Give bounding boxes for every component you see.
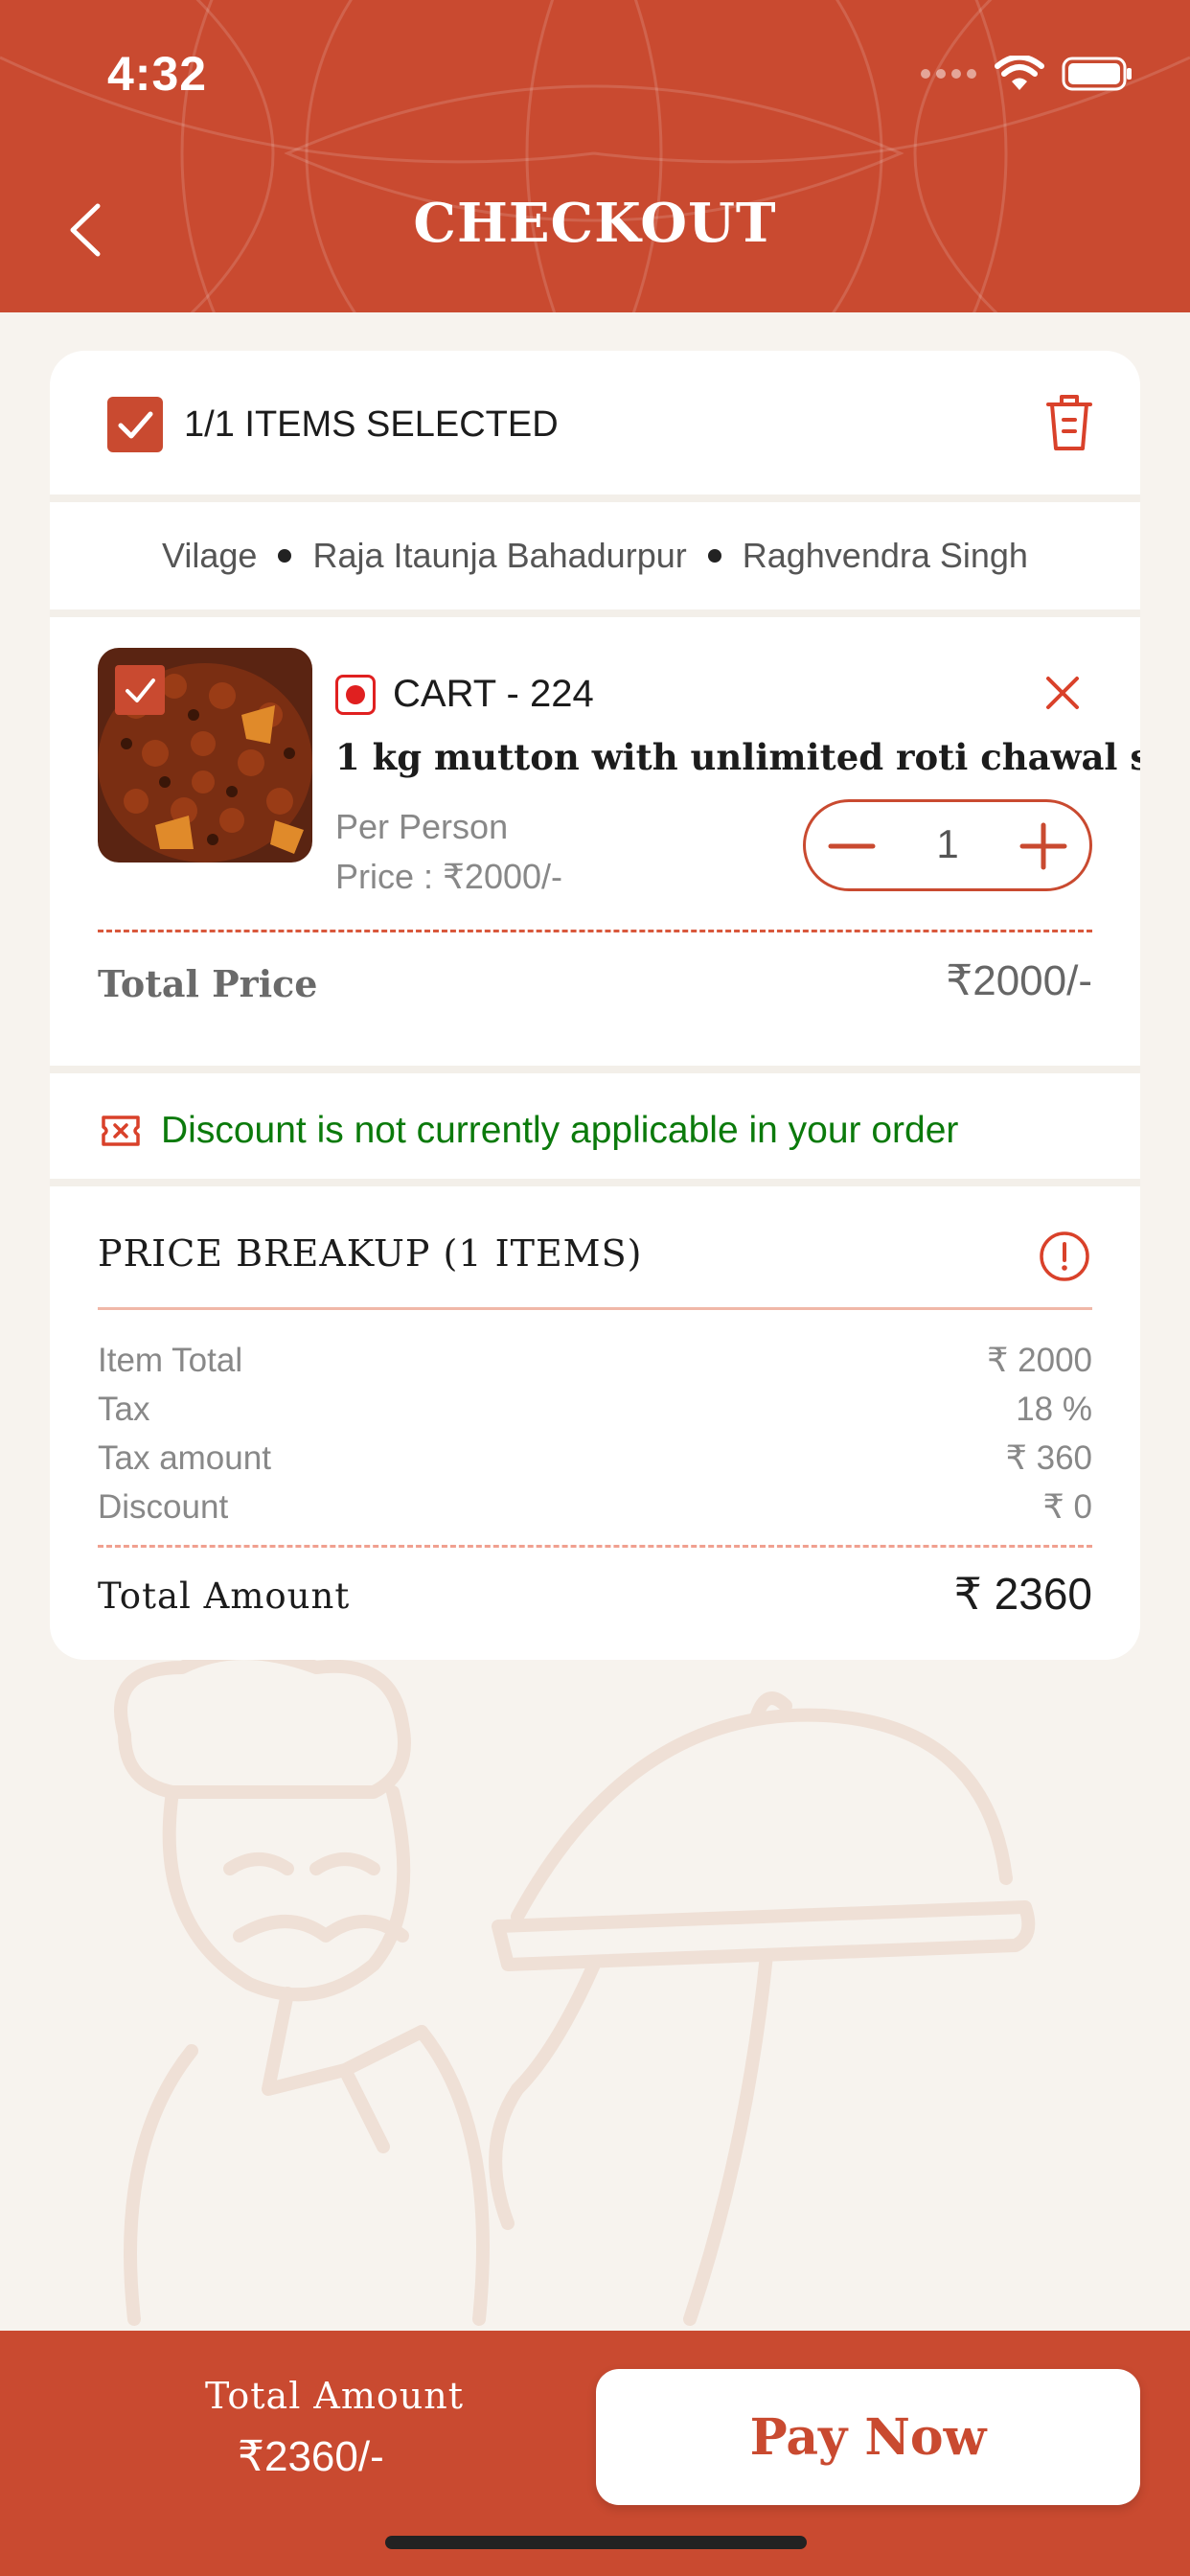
- bottom-bar: Total Amount ₹2360/- Pay Now: [0, 2331, 1190, 2576]
- app-header: 4:32 CHECKOUT: [0, 0, 1190, 312]
- discount-row: Discount is not currently applicable in …: [50, 1073, 1140, 1179]
- home-indicator: [385, 2536, 807, 2549]
- item-total-label: Item Total: [98, 1342, 243, 1379]
- checkout-card: 1/1 ITEMS SELECTED Vilage Raja Itaunja B…: [50, 351, 1140, 1660]
- total-amount-label: Total Amount: [98, 1576, 351, 1617]
- divider: [50, 1066, 1140, 1073]
- signal-icon: [921, 69, 976, 79]
- item-total-value: ₹ 2000: [987, 1342, 1092, 1379]
- discount-label: Discount: [98, 1488, 229, 1526]
- item-image: [98, 648, 312, 862]
- total-amount-value: ₹ 2360: [953, 1569, 1092, 1619]
- item-total-row: Item Total ₹ 2000: [98, 1342, 1092, 1380]
- address-village: Vilage: [162, 536, 258, 575]
- discount-value: ₹ 0: [1042, 1488, 1092, 1526]
- tax-value: 18 %: [1016, 1391, 1092, 1428]
- tax-amount-value: ₹ 360: [1005, 1439, 1092, 1477]
- check-icon: [126, 678, 155, 702]
- item-price: Price : ₹2000/-: [335, 857, 563, 896]
- status-time: 4:32: [107, 47, 208, 101]
- dot-separator: [278, 549, 292, 563]
- discount-amount-row: Discount ₹ 0: [98, 1488, 1092, 1527]
- info-icon[interactable]: [1039, 1230, 1090, 1282]
- price-breakup-title: PRICE BREAKUP (1 ITEMS): [98, 1232, 643, 1275]
- check-icon: [118, 411, 153, 439]
- plus-icon[interactable]: [1018, 821, 1068, 871]
- pay-now-button[interactable]: Pay Now: [596, 2369, 1140, 2505]
- items-selected-label: 1/1 ITEMS SELECTED: [184, 404, 559, 445]
- address-name: Raghvendra Singh: [742, 536, 1028, 575]
- battery-icon: [1062, 57, 1132, 91]
- selection-row: 1/1 ITEMS SELECTED: [50, 351, 1140, 494]
- quantity-stepper: 1: [803, 799, 1092, 891]
- item-name: 1 kg mutton with unlimited roti chawal s…: [335, 736, 1140, 778]
- page-title: CHECKOUT: [413, 192, 777, 255]
- tax-label: Tax: [98, 1391, 150, 1428]
- tax-amount-label: Tax amount: [98, 1439, 271, 1477]
- delivery-address: Vilage Raja Itaunja Bahadurpur Raghvendr…: [50, 502, 1140, 610]
- dashed-divider: [98, 930, 1092, 932]
- wifi-icon: [995, 56, 1044, 90]
- divider: [50, 610, 1140, 617]
- non-veg-icon: [335, 675, 376, 715]
- discount-message: Discount is not currently applicable in …: [161, 1110, 959, 1151]
- select-all-checkbox[interactable]: [107, 397, 163, 452]
- total-price-value: ₹2000/-: [946, 957, 1092, 1004]
- address-locality: Raja Itaunja Bahadurpur: [312, 536, 687, 575]
- remove-item-icon[interactable]: [1041, 671, 1085, 715]
- coupon-icon: [102, 1116, 140, 1146]
- footer-total-label: Total Amount: [205, 2375, 465, 2417]
- tax-amount-row: Tax amount ₹ 360: [98, 1439, 1092, 1478]
- trash-icon[interactable]: [1041, 389, 1098, 456]
- dot-separator: [707, 549, 721, 563]
- divider: [50, 494, 1140, 502]
- dashed-divider: [98, 1545, 1092, 1548]
- cart-id: CART - 224: [393, 673, 594, 715]
- item-checkbox[interactable]: [115, 665, 165, 715]
- chef-illustration: [114, 1648, 1036, 2326]
- tax-row: Tax 18 %: [98, 1391, 1092, 1429]
- divider: [50, 1179, 1140, 1186]
- cart-item: CART - 224 1 kg mutton with unlimited ro…: [50, 617, 1140, 1413]
- total-price-label: Total Price: [98, 962, 318, 1005]
- footer-total-value: ₹2360/-: [238, 2433, 384, 2480]
- divider: [98, 1307, 1092, 1310]
- per-person-label: Per Person: [335, 807, 509, 846]
- status-icons: [920, 56, 1133, 92]
